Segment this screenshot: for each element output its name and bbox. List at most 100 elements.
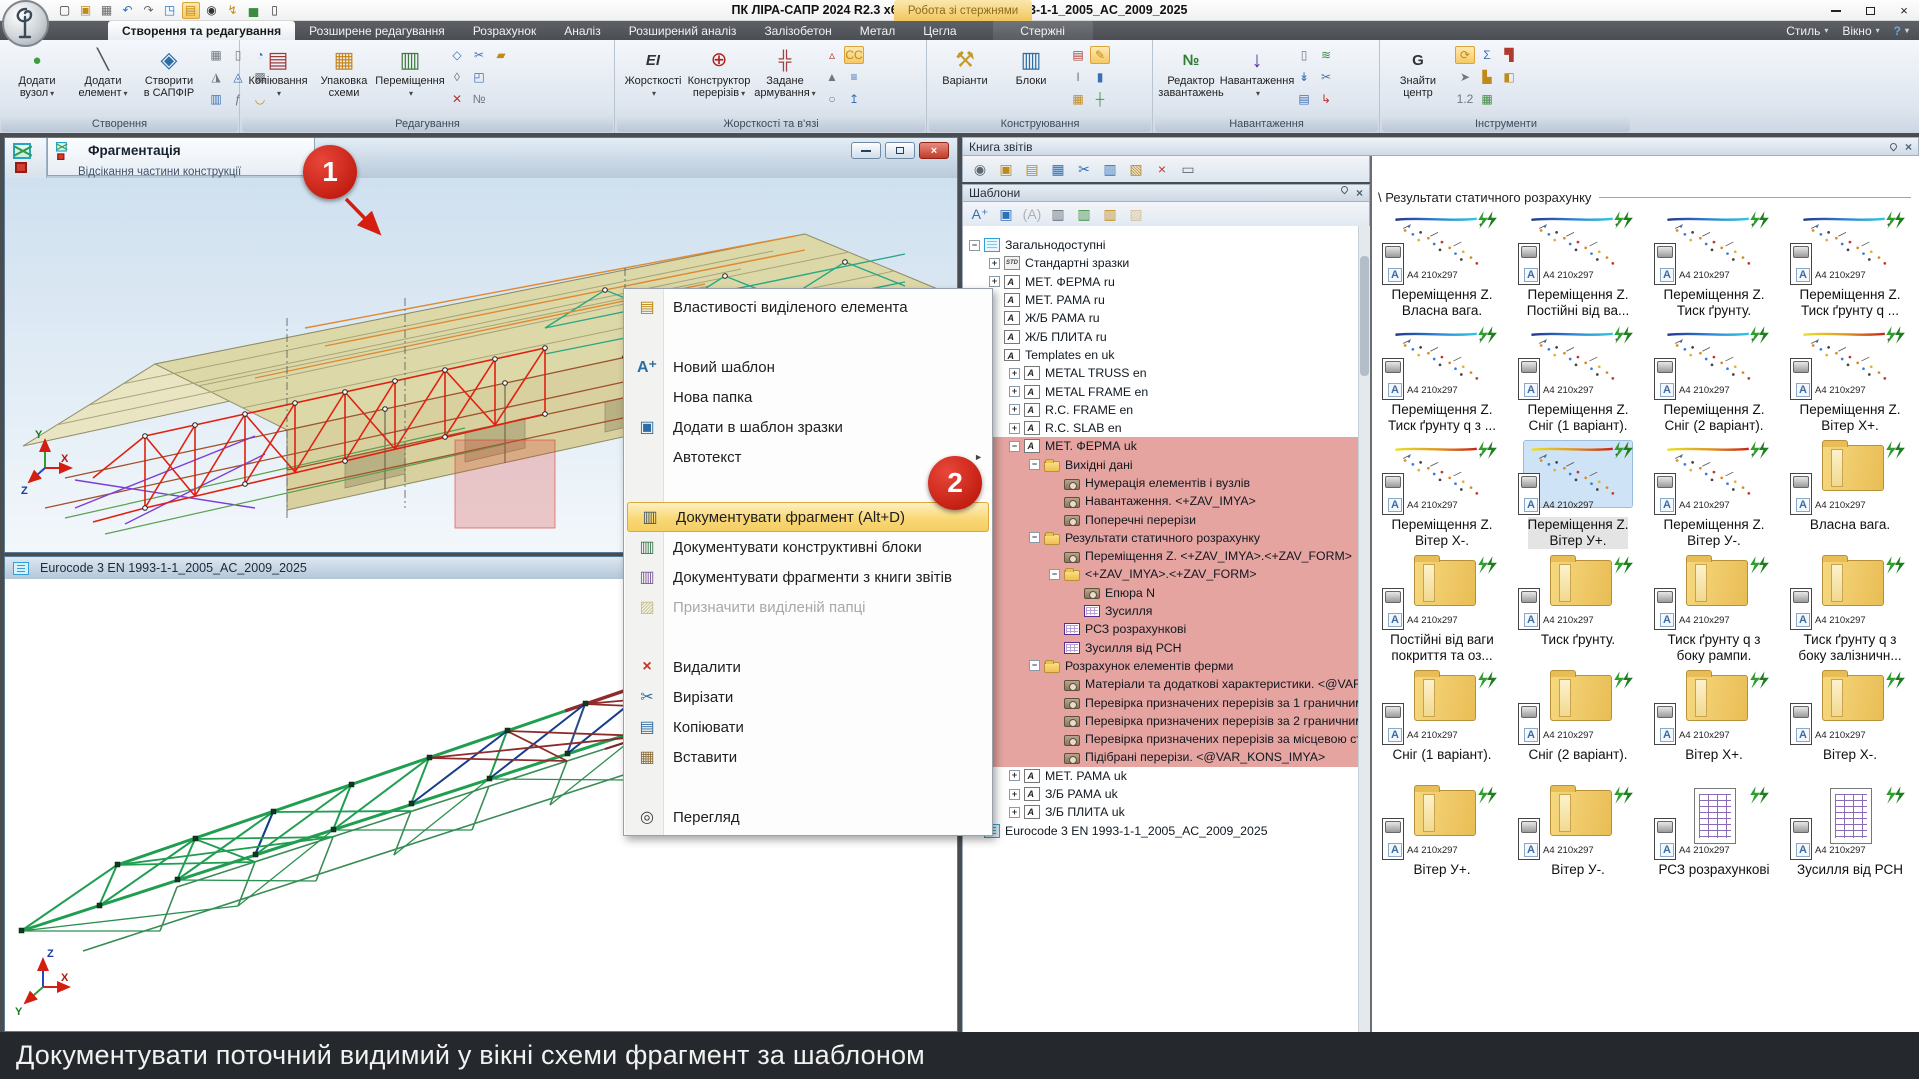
mirror-icon[interactable]: ◊ bbox=[447, 68, 467, 86]
tree-scrollbar[interactable] bbox=[1358, 226, 1370, 1032]
context-menu-item[interactable]: ▦ Вставити bbox=[625, 742, 991, 772]
ribbon-tab[interactable]: Стержні bbox=[993, 21, 1093, 40]
report-thumbnail[interactable]: A A4 210x297 Переміщення Z.Власна вага. bbox=[1374, 211, 1510, 326]
truss-icon[interactable]: ◮ bbox=[206, 68, 226, 86]
tree-item[interactable]: Підібрані перерізи. <@VAR_KONS_IMYA> bbox=[963, 748, 1358, 766]
report-thumbnail[interactable]: A A4 210x297 Переміщення Z.Вітер X+. bbox=[1782, 326, 1918, 441]
report-thumbnail[interactable]: A A4 210x297 Тиск ґрунту q збоку рампи. bbox=[1646, 556, 1782, 671]
flash-icon[interactable]: ↯ bbox=[224, 2, 242, 19]
tree-item[interactable]: Перевірка призначених перерізів за 1 гра… bbox=[963, 693, 1358, 711]
expand-toggle[interactable]: − bbox=[1049, 569, 1060, 580]
open-folder-icon[interactable]: ▣ bbox=[995, 159, 1017, 179]
child-close-button[interactable]: × bbox=[919, 142, 949, 159]
context-menu-item[interactable] bbox=[625, 772, 991, 802]
expand-toggle[interactable]: + bbox=[1009, 770, 1020, 781]
rotate-copy-icon[interactable]: ◇ bbox=[447, 46, 467, 64]
grid2-icon[interactable]: ▦ bbox=[1477, 90, 1497, 108]
tree-item[interactable]: Матеріали та додаткові характеристики. <… bbox=[963, 675, 1358, 693]
ribbon-tab[interactable]: Розрахунок bbox=[459, 21, 550, 40]
report-thumbnail[interactable]: A A4 210x297 Переміщення Z.Вітер У-. bbox=[1646, 441, 1782, 556]
column-icon[interactable]: ▮ bbox=[1090, 68, 1110, 86]
report-thumbnail[interactable]: A A4 210x297 Переміщення Z.Сніг (1 варіа… bbox=[1510, 326, 1646, 441]
report-thumbnail[interactable]: A A4 210x297 Переміщення Z.Тиск ґрунту q… bbox=[1374, 326, 1510, 441]
hinge-icon[interactable]: ○ bbox=[822, 90, 842, 108]
ibeam-icon[interactable]: Ι bbox=[1068, 68, 1088, 86]
refresh-icon[interactable]: ⟳ bbox=[1455, 46, 1475, 64]
tree-item[interactable]: − Результати статичного розрахунку bbox=[963, 529, 1358, 547]
ribbon-tab[interactable]: Залізобетон bbox=[750, 21, 845, 40]
pin-icon[interactable] bbox=[1889, 142, 1899, 152]
report-thumbnail[interactable]: A A4 210x297 Власна вага. bbox=[1782, 441, 1918, 556]
cursor-icon[interactable]: ➤ bbox=[1455, 68, 1475, 86]
minimize-button[interactable] bbox=[1827, 3, 1845, 19]
ribbon-button[interactable]: ╲ Додати елемент bbox=[70, 42, 136, 116]
report-thumbnail[interactable]: A A4 210x297 Сніг (1 варіант). bbox=[1374, 671, 1510, 786]
tree-item[interactable]: + R.C. FRAME en bbox=[963, 401, 1358, 419]
tree-item[interactable]: + Стандартні зразки bbox=[963, 254, 1358, 272]
doc-from-book-icon[interactable]: ▥ bbox=[1099, 204, 1121, 224]
ribbon-button[interactable]: G Знайти центр bbox=[1385, 42, 1451, 116]
tree-item[interactable]: − <+ZAV_IMYA>.<+ZAV_FORM> bbox=[963, 565, 1358, 583]
expand-toggle[interactable]: − bbox=[1029, 660, 1040, 671]
tree-item[interactable]: − Розрахунок елементів ферми bbox=[963, 657, 1358, 675]
ribbon-button[interactable]: ▥ Переміщення bbox=[377, 42, 443, 116]
expand-toggle[interactable]: + bbox=[989, 276, 1000, 287]
ribbon-button[interactable]: ▤ Копіювання bbox=[245, 42, 311, 116]
snapshot-icon[interactable]: ◉ bbox=[203, 2, 221, 19]
save-icon[interactable]: ▦ bbox=[1047, 159, 1069, 179]
context-menu-item[interactable]: ✂ Вирізати bbox=[625, 682, 991, 712]
ribbon-button[interactable]: ╬ Задане армування bbox=[752, 42, 818, 116]
expand-toggle[interactable]: + bbox=[1009, 368, 1020, 379]
support-icon[interactable]: ▲ bbox=[822, 68, 842, 86]
ribbon-button[interactable]: EI Жорсткості bbox=[620, 42, 686, 116]
report-thumbnail[interactable]: A A4 210x297 Вітер У-. bbox=[1510, 786, 1646, 901]
context-menu-item[interactable]: ◎ Перегляд bbox=[625, 802, 991, 832]
tree-item[interactable]: Ж/Б ПЛИТА ru bbox=[963, 327, 1358, 345]
tree-item[interactable]: Нумерація елементів і вузлів bbox=[963, 474, 1358, 492]
jack-icon[interactable]: ↥ bbox=[844, 90, 864, 108]
tree-item[interactable]: Поперечні перерізи bbox=[963, 510, 1358, 528]
cut-loads-icon[interactable]: ✂ bbox=[1316, 68, 1336, 86]
diagram-icon[interactable]: ▙ bbox=[1477, 68, 1497, 86]
tree-item[interactable]: − МЕТ. ФЕРМА uk bbox=[963, 437, 1358, 455]
renumber-icon[interactable]: № bbox=[469, 90, 489, 108]
report-thumbnail[interactable]: A A4 210x297 Переміщення Z.Тиск ґрунту q… bbox=[1782, 211, 1918, 326]
tree-item[interactable]: Ж/Б РАМА ru bbox=[963, 309, 1358, 327]
tree-item[interactable]: + METAL FRAME en bbox=[963, 382, 1358, 400]
context-menu-item[interactable]: ▥ Документувати фрагмент (Alt+D) bbox=[627, 502, 989, 532]
report-thumbnail[interactable]: A A4 210x297 Вітер У+. bbox=[1374, 786, 1510, 901]
pin-icon[interactable] bbox=[1340, 185, 1350, 195]
new-template-icon[interactable]: A⁺ bbox=[969, 204, 991, 224]
properties-icon[interactable]: ▤ bbox=[1021, 159, 1043, 179]
brick-icon[interactable]: ▤ bbox=[1068, 46, 1088, 64]
ribbon-button[interactable]: ▦ Упаковка схеми bbox=[311, 42, 377, 116]
expand-toggle[interactable]: + bbox=[1009, 807, 1020, 818]
context-menu-item[interactable]: ▨ Призначити виділеній папці bbox=[625, 592, 991, 622]
cc2-icon[interactable]: CC bbox=[844, 46, 864, 64]
copy-icon[interactable]: ▥ bbox=[1099, 159, 1121, 179]
report-thumbnail[interactable]: A A4 210x297 Переміщення Z.Вітер X-. bbox=[1374, 441, 1510, 556]
cut-scheme-icon[interactable]: ✂ bbox=[469, 46, 489, 64]
report-thumbnail[interactable]: A A4 210x297 Вітер X-. bbox=[1782, 671, 1918, 786]
tree-item[interactable]: Зусилля bbox=[963, 602, 1358, 620]
tree-item[interactable]: + METAL TRUSS en bbox=[963, 364, 1358, 382]
child-minimize-button[interactable] bbox=[851, 142, 881, 159]
context-menu-item[interactable] bbox=[625, 322, 991, 352]
report-thumbnail[interactable]: A A4 210x297 Тиск ґрунту. bbox=[1510, 556, 1646, 671]
context-menu-item[interactable]: A⁺ Новий шаблон bbox=[625, 352, 991, 382]
doc-blocks-icon[interactable]: ▥ bbox=[1073, 204, 1095, 224]
context-menu-item[interactable]: ▥ Документувати фрагменти з книги звітів bbox=[625, 562, 991, 592]
paste-icon[interactable]: ▧ bbox=[1125, 159, 1147, 179]
report-thumbnail[interactable]: A A4 210x297 РСЗ розрахункові bbox=[1646, 786, 1782, 901]
menubar-item[interactable]: ?▾ bbox=[1894, 24, 1909, 38]
report-thumbnail[interactable]: A A4 210x297 Зусилля від РСН bbox=[1782, 786, 1918, 901]
context-menu-item[interactable]: ▥ Документувати конструктивні блоки bbox=[625, 532, 991, 562]
add-template-sample-icon[interactable]: ▣ bbox=[995, 204, 1017, 224]
ribbon-tab[interactable]: Створення та редагування bbox=[108, 21, 295, 40]
context-menu-item[interactable]: ▤ Копіювати bbox=[625, 712, 991, 742]
doc-fragment-icon[interactable]: ▥ bbox=[1047, 204, 1069, 224]
spring-icon[interactable]: ▵ bbox=[822, 46, 842, 64]
snapshot-icon[interactable]: ◉ bbox=[969, 159, 991, 179]
joint-icon[interactable]: ┼ bbox=[1090, 90, 1110, 108]
ribbon-tab[interactable]: Цегла bbox=[909, 21, 970, 40]
